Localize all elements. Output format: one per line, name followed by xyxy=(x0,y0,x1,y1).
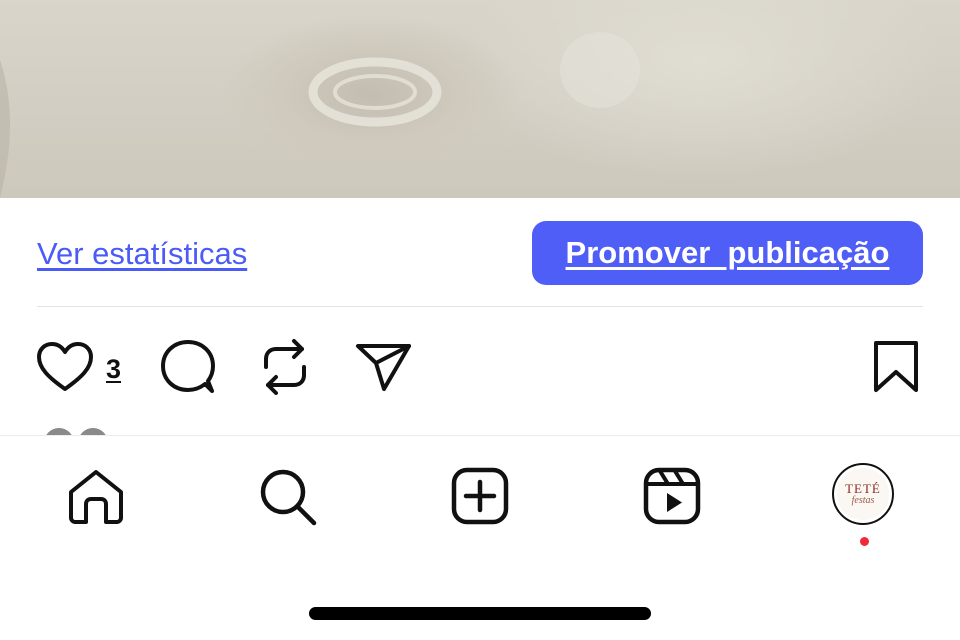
post-image[interactable] xyxy=(0,0,960,198)
like-count[interactable]: 3 xyxy=(106,354,121,385)
logo-sub-text: festas xyxy=(851,495,875,506)
promote-post-button[interactable]: Promover publicação xyxy=(532,221,923,285)
notification-dot xyxy=(860,537,869,546)
divider xyxy=(37,306,923,307)
reels-icon[interactable] xyxy=(643,467,701,530)
bookmark-icon[interactable] xyxy=(872,340,920,399)
create-icon[interactable] xyxy=(451,467,509,530)
post-photo-content xyxy=(0,32,640,198)
comment-icon[interactable] xyxy=(159,339,217,400)
heart-icon[interactable] xyxy=(36,341,94,398)
home-icon[interactable] xyxy=(66,468,126,531)
profile-avatar[interactable]: TETÉ festas xyxy=(832,463,894,525)
share-icon[interactable] xyxy=(354,341,414,398)
profile-logo: TETÉ festas xyxy=(837,468,889,520)
search-icon[interactable] xyxy=(258,467,318,532)
post-action-bar xyxy=(0,330,960,410)
logo-main-text: TETÉ xyxy=(845,481,881,496)
repost-icon[interactable] xyxy=(260,337,310,402)
home-indicator[interactable] xyxy=(309,607,651,620)
view-insights-link[interactable]: Ver estatísticas xyxy=(37,236,247,272)
